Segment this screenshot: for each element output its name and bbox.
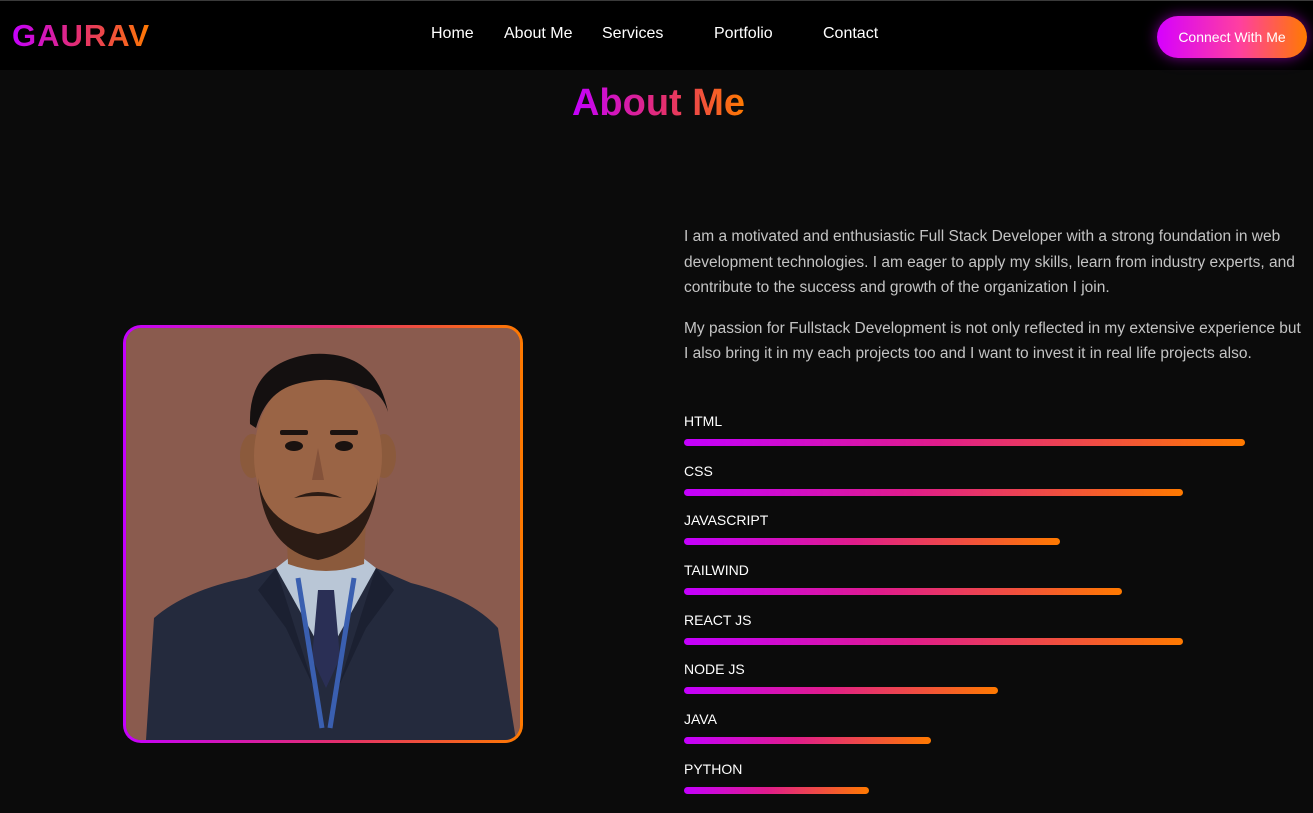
portrait-icon [126, 328, 520, 740]
bio-paragraph-1: I am a motivated and enthusiastic Full S… [684, 228, 1295, 296]
skill-item-python: PYTHON [684, 761, 1304, 811]
nav-link-portfolio[interactable]: Portfolio [714, 25, 773, 43]
skill-track [684, 538, 1245, 546]
skill-item-tailwind: TAILWIND [684, 562, 1304, 612]
bio-text: I am a motivated and enthusiastic Full S… [684, 224, 1306, 382]
bio-paragraph-2: My passion for Fullstack Development is … [684, 319, 1301, 363]
skill-track [684, 439, 1245, 446]
nav-link-contact[interactable]: Contact [823, 25, 878, 43]
profile-photo [126, 328, 520, 740]
navbar: GAURAV Home About Me Services Portfolio … [0, 1, 1313, 70]
skill-name: JAVA [684, 711, 717, 728]
skill-progress-bar [684, 737, 931, 745]
skill-name: REACT JS [684, 611, 752, 628]
skill-name: NODE JS [684, 661, 745, 678]
connect-button[interactable]: Connect With Me [1157, 16, 1307, 58]
skill-name: JAVASCRIPT [684, 512, 769, 529]
skill-progress-bar [684, 786, 870, 794]
skill-progress-bar [684, 439, 1245, 446]
skill-item-css: CSS [684, 463, 1304, 513]
skills-list: HTML CSS JAVASCRIPT TAILWIND REACT JS NO… [684, 413, 1304, 811]
skill-name: PYTHON [684, 760, 743, 777]
nav-link-home[interactable]: Home [431, 25, 474, 43]
about-heading: About Me [0, 82, 1313, 125]
about-heading-text: About Me [571, 82, 746, 124]
site-logo[interactable]: GAURAV [12, 18, 150, 54]
skill-item-html: HTML [684, 413, 1304, 463]
skill-track [684, 786, 1245, 794]
skill-progress-bar [684, 687, 999, 695]
skill-name: TAILWIND [684, 562, 749, 579]
skill-item-java: JAVA [684, 711, 1304, 761]
skill-progress-bar [684, 538, 1060, 546]
nav-link-services[interactable]: Services [602, 25, 663, 43]
skill-progress-bar [684, 588, 1122, 596]
nav-link-about[interactable]: About Me [504, 25, 572, 43]
skill-track [684, 637, 1245, 645]
skill-progress-bar [684, 488, 1184, 496]
skill-progress-bar [684, 637, 1184, 645]
skill-track [684, 687, 1245, 695]
skill-item-javascript: JAVASCRIPT [684, 512, 1304, 562]
skill-track [684, 488, 1245, 496]
skill-item-node: NODE JS [684, 661, 1304, 711]
profile-photo-frame [123, 325, 523, 743]
skill-name: HTML [684, 413, 723, 429]
skill-track [684, 737, 1245, 745]
skill-track [684, 588, 1245, 596]
skill-item-react: REACT JS [684, 612, 1304, 662]
skill-name: CSS [684, 462, 713, 479]
